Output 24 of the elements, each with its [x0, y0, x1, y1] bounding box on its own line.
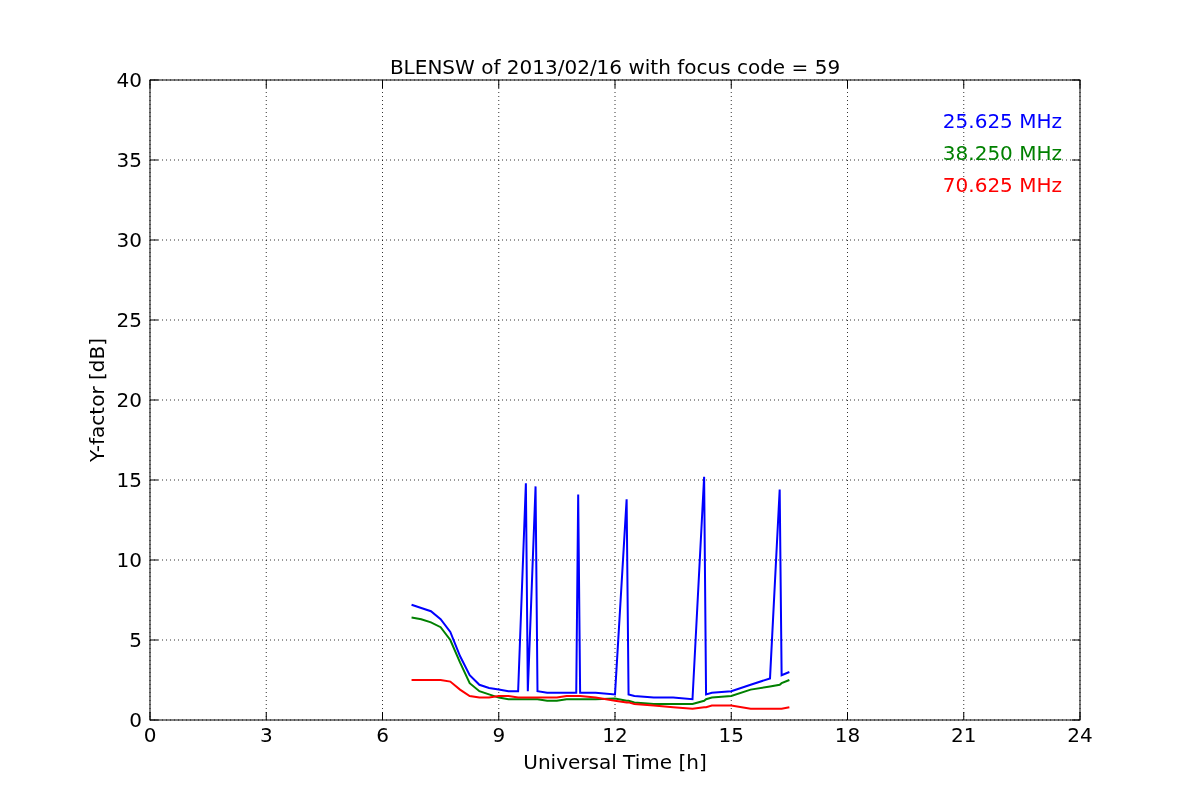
tick-label: 24 [1067, 723, 1093, 747]
legend-label: 25.625 MHz [942, 109, 1062, 133]
legend-label: 70.625 MHz [942, 173, 1062, 197]
tick-label: 15 [718, 723, 744, 747]
tick-label: 15 [116, 468, 142, 492]
tick-label: 6 [376, 723, 389, 747]
y-axis-label: Y-factor [dB] [85, 338, 109, 462]
x-axis-label: Universal Time [h] [523, 750, 707, 774]
tick-label: 18 [834, 723, 861, 747]
legend-label: 38.250 MHz [942, 141, 1062, 165]
tick-label: 9 [492, 723, 506, 747]
tick-label: 35 [116, 148, 142, 172]
tick-label: 5 [129, 628, 142, 652]
chart-title: BLENSW of 2013/02/16 with focus code = 59 [389, 55, 841, 79]
tick-label: 12 [602, 723, 628, 747]
tick-label: 40 [116, 68, 142, 92]
tick-label: 10 [116, 548, 142, 572]
tick-label: 0 [143, 723, 157, 747]
tick-label: 25 [116, 308, 142, 332]
tick-label: 20 [116, 388, 142, 412]
tick-label: 3 [259, 723, 273, 747]
tick-label: 30 [116, 228, 142, 252]
tick-label: 0 [129, 708, 142, 732]
tick-label: 21 [951, 723, 977, 747]
